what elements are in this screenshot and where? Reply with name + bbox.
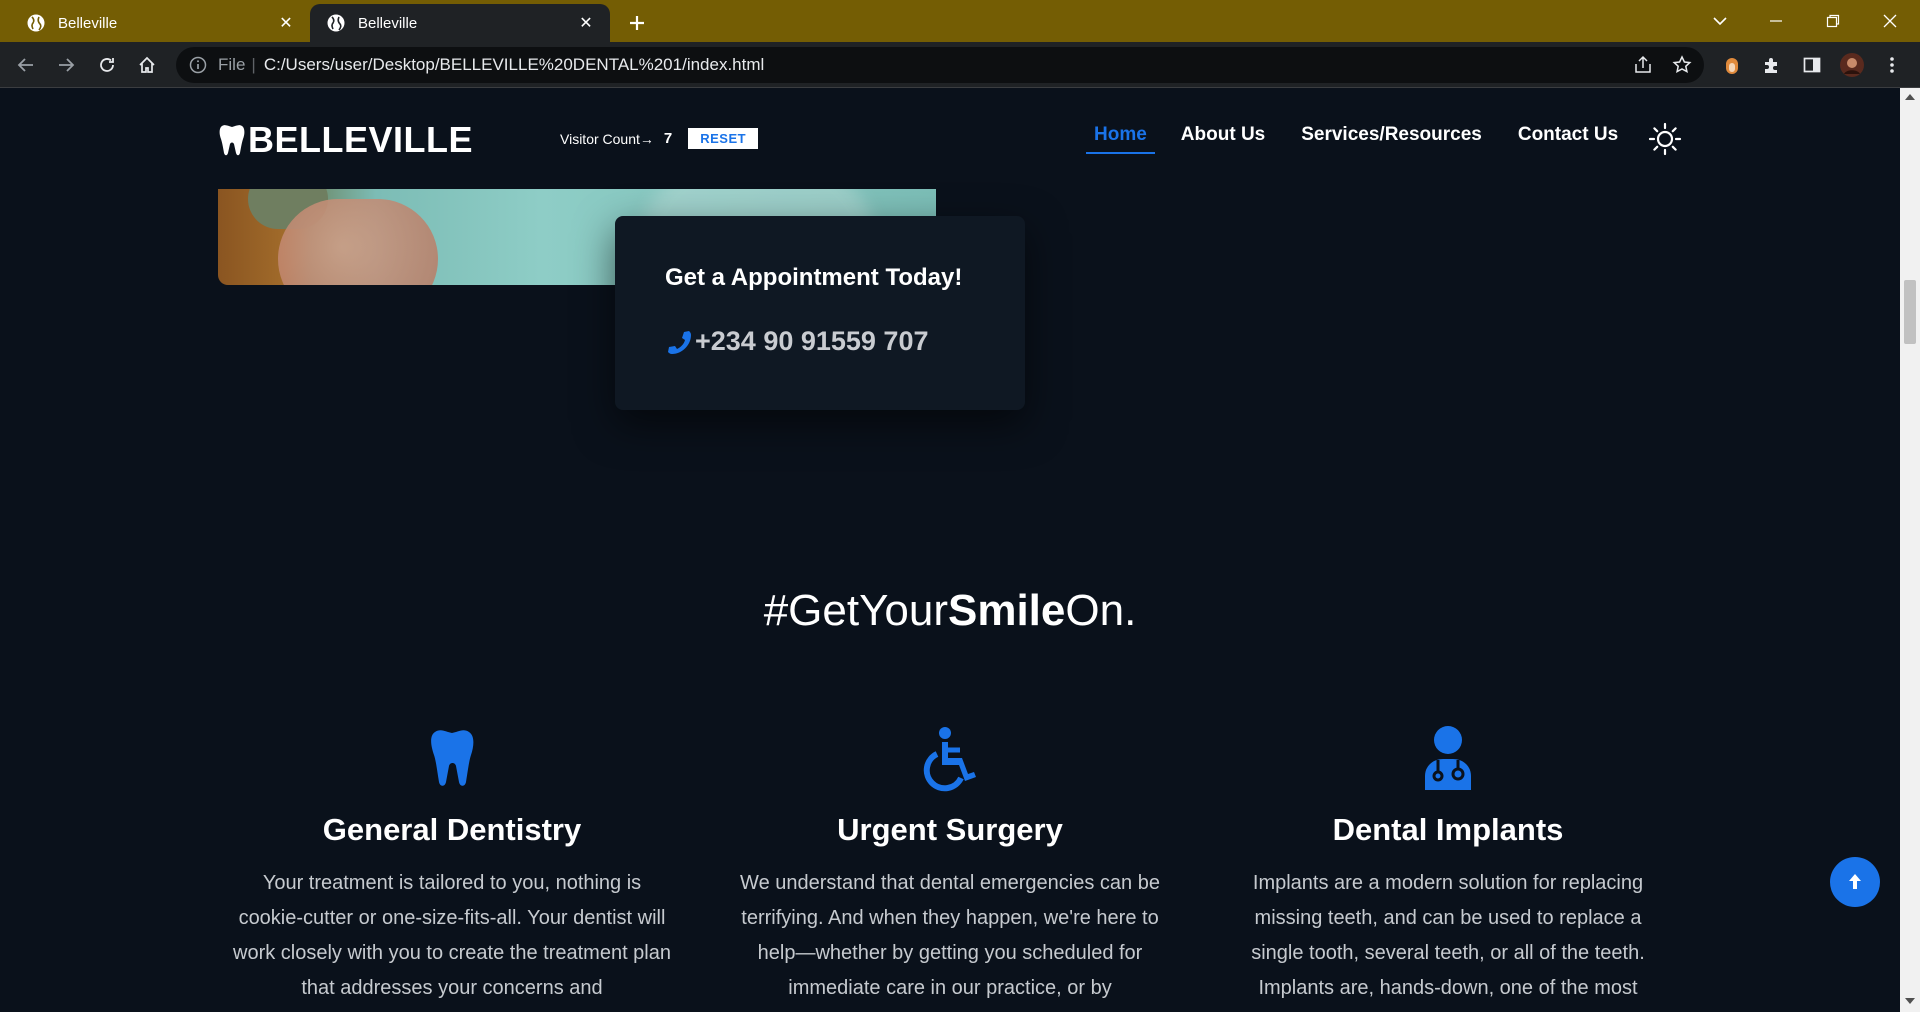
puzzle-icon	[1765, 58, 1777, 73]
share-icon	[1635, 55, 1651, 73]
doctor-icon	[1425, 726, 1471, 790]
nav-home[interactable]: Home	[1086, 124, 1155, 154]
scroll-thumb[interactable]	[1904, 280, 1916, 344]
info-icon[interactable]	[188, 55, 208, 75]
service-description: We understand that dental emergencies ca…	[740, 872, 1160, 999]
reload-button[interactable]	[91, 49, 123, 81]
tab-close-button[interactable]: ✕	[572, 9, 600, 37]
web-page: BELLEVILLE Visitor Count→ 7 RESET Home A…	[0, 88, 1900, 1012]
forward-button[interactable]	[50, 49, 82, 81]
minimize-button[interactable]	[1748, 0, 1804, 42]
tagline-heading: #GetYourSmileOn.	[0, 586, 1900, 636]
tooth-icon	[219, 125, 245, 156]
appointment-phone[interactable]: +234 90 91559 707	[665, 326, 928, 357]
share-button[interactable]	[1627, 49, 1659, 81]
service-title: General Dentistry	[322, 812, 582, 847]
close-window-button[interactable]	[1862, 0, 1918, 42]
browser-tab-2[interactable]: Belleville ✕	[310, 4, 610, 42]
service-description: Implants are a modern solution for repla…	[1251, 872, 1645, 999]
url-separator: |	[251, 55, 256, 74]
profile-button[interactable]	[1836, 49, 1868, 81]
appointment-title: Get a Appointment Today!	[665, 264, 963, 291]
url-text[interactable]: C:/Users/user/Desktop/BELLEVILLE%20DENTA…	[264, 55, 764, 75]
main-nav: Home About Us Services/Resources Contact…	[1086, 124, 1654, 154]
globe-icon	[27, 14, 45, 32]
minimize-icon	[1770, 20, 1782, 22]
tagline-bold: Smile	[947, 586, 1066, 635]
tab-title: Belleville	[58, 14, 118, 32]
arrow-right-icon	[59, 58, 75, 72]
nav-contact-us[interactable]: Contact Us	[1518, 124, 1618, 154]
nav-services-resources[interactable]: Services/Resources	[1301, 124, 1482, 154]
tagline-prefix: #GetYour	[763, 586, 948, 635]
service-title: Dental Implants	[1332, 812, 1564, 847]
browser-tab-1[interactable]: Belleville ✕	[10, 4, 310, 42]
tagline-suffix: On.	[1065, 586, 1137, 635]
restore-button[interactable]	[1805, 0, 1861, 42]
tab-search-button[interactable]	[1692, 0, 1748, 42]
service-dental-implants: Dental Implants Implants are a modern so…	[1228, 724, 1668, 1006]
visitor-counter: Visitor Count→ 7 RESET	[560, 128, 759, 149]
page-scrollbar[interactable]	[1900, 88, 1920, 1012]
new-tab-button[interactable]	[622, 8, 652, 38]
nav-about-us[interactable]: About Us	[1181, 124, 1265, 154]
tab-close-button[interactable]: ✕	[272, 9, 300, 37]
scroll-down-arrow[interactable]	[1905, 998, 1915, 1004]
more-vert-icon	[1890, 57, 1894, 73]
arrow-up-icon	[1849, 874, 1861, 889]
extensions-menu-button[interactable]	[1756, 49, 1788, 81]
side-panel-button[interactable]	[1796, 49, 1828, 81]
url-scheme: File	[218, 55, 246, 74]
wheelchair-icon	[923, 727, 976, 792]
tab-title: Belleville	[358, 14, 418, 32]
side-panel-icon	[1803, 57, 1821, 73]
phone-icon	[668, 330, 691, 354]
service-urgent-surgery: Urgent Surgery We understand that dental…	[730, 724, 1170, 1006]
browser-toolbar: File | C:/Users/user/Desktop/BELLEVILLE%…	[0, 42, 1920, 88]
back-button[interactable]	[10, 49, 42, 81]
service-general-dentistry: General Dentistry Your treatment is tail…	[232, 724, 672, 1006]
site-header: BELLEVILLE Visitor Count→ 7 RESET Home A…	[0, 88, 1900, 188]
bookmark-button[interactable]	[1666, 49, 1698, 81]
address-bar[interactable]: File | C:/Users/user/Desktop/BELLEVILLE%…	[176, 47, 1704, 83]
chevron-down-icon	[1713, 17, 1727, 26]
arrow-left-icon	[17, 58, 33, 72]
avatar	[1840, 53, 1864, 77]
sun-icon[interactable]	[1648, 122, 1682, 156]
back-to-top-button[interactable]	[1830, 857, 1880, 907]
brand-logo[interactable]: BELLEVILLE	[218, 118, 473, 162]
extension-badge-icon	[1726, 58, 1738, 74]
home-icon	[139, 56, 155, 73]
brand-name: BELLEVILLE	[248, 119, 474, 160]
tooth-icon	[431, 730, 474, 786]
service-description: Your treatment is tailored to you, nothi…	[233, 872, 671, 999]
home-button[interactable]	[131, 49, 163, 81]
star-icon	[1672, 55, 1692, 74]
extension-button[interactable]	[1716, 49, 1748, 81]
reload-icon	[100, 58, 114, 72]
scroll-up-arrow[interactable]	[1905, 94, 1915, 100]
appointment-card: Get a Appointment Today! +234 90 91559 7…	[615, 216, 1025, 410]
browser-tab-strip: Belleville ✕ Belleville ✕	[0, 0, 1920, 42]
plus-icon	[630, 16, 644, 30]
service-title: Urgent Surgery	[837, 812, 1063, 847]
visitor-count-label: Visitor Count→	[560, 130, 654, 147]
reset-button[interactable]: RESET	[688, 128, 759, 149]
phone-number: +234 90 91559 707	[695, 326, 929, 356]
browser-menu-button[interactable]	[1876, 49, 1908, 81]
visitor-count-value: 7	[663, 130, 673, 147]
globe-icon	[327, 14, 345, 32]
close-icon	[1883, 14, 1897, 28]
restore-icon	[1826, 14, 1840, 28]
